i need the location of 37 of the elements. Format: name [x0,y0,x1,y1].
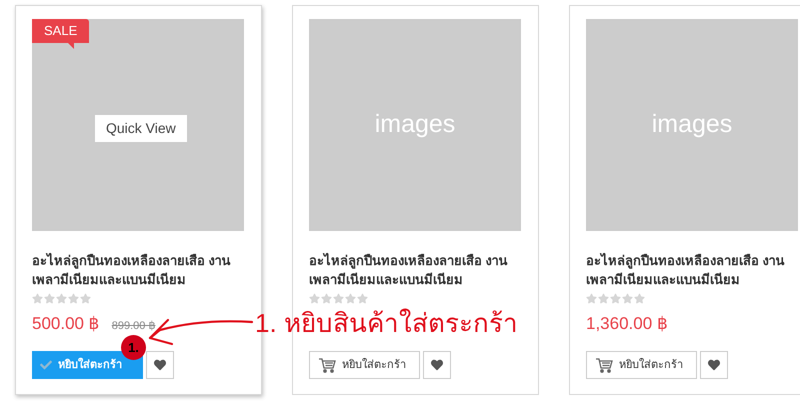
sale-badge: SALE [32,19,90,43]
star-icon [309,293,320,304]
star-icon [357,293,368,304]
wishlist-button[interactable] [423,351,451,379]
star-icon [610,293,621,304]
check-icon [40,359,52,371]
heart-icon [431,359,443,371]
heart-icon [154,359,166,371]
star-icon [586,293,597,304]
star-icon [44,293,55,304]
product-title[interactable]: อะไหล่ลูกปืนทองเหลืองลายเสือ งานเพลามีเนียมและแบนมีเนียม [32,251,250,289]
product-title[interactable]: อะไหล่ลูกปืนทองเหลืองลายเสือ งานเพลามีเนียมและแบนมีเนียม [309,251,527,289]
star-icon [56,293,67,304]
star-icon [634,293,645,304]
star-icon [333,293,344,304]
product-title[interactable]: อะไหล่ลูกปืนทองเหลืองลายเสือ งานเพลามีเนียมและแบนมีเนียม [586,251,800,289]
heart-icon [708,359,720,371]
cart-icon [318,357,336,373]
sale-badge-pointer [68,43,74,49]
star-icon [622,293,633,304]
star-icon [345,293,356,304]
add-to-cart-button[interactable]: หยิบใส่ตะกร้า [586,351,697,379]
wishlist-button[interactable] [146,351,174,379]
cart-icon [595,357,613,373]
add-to-cart-button[interactable]: หยิบใส่ตะกร้า [309,351,420,379]
star-icon [32,293,43,304]
product-image[interactable]: Quick View SALE [32,19,244,231]
price: 500.00 ฿ [32,313,100,335]
star-icon [80,293,91,304]
star-icon [68,293,79,304]
annotation-text: 1. หยิบสินค้าใส่ตระกร้า [255,307,518,340]
price: 1,360.00 ฿ [586,313,668,335]
star-icon [598,293,609,304]
quick-view-button[interactable]: Quick View [95,115,187,142]
star-icon [321,293,332,304]
old-price: 899.00 ฿ [112,319,156,334]
wishlist-button[interactable] [700,351,728,379]
